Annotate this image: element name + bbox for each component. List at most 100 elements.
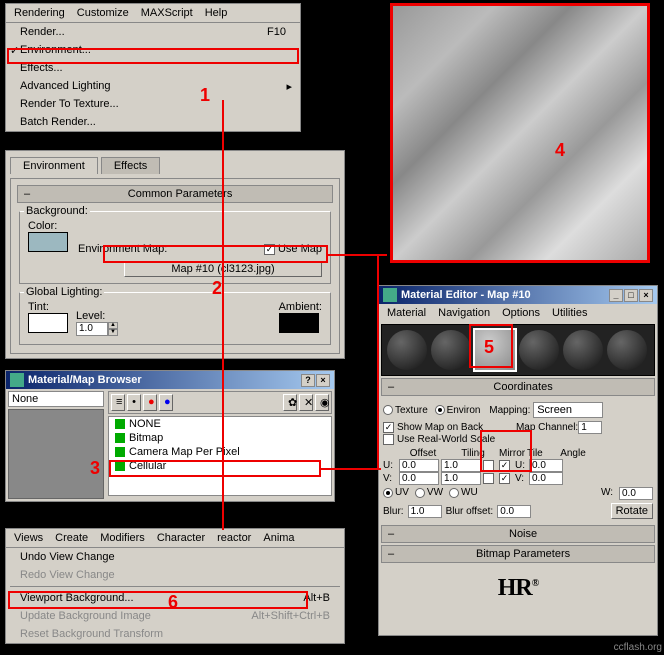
usemap-checkbox[interactable]: ✓ xyxy=(264,244,275,255)
map-icon xyxy=(115,447,125,457)
radio-vw[interactable] xyxy=(415,488,425,498)
v-tiling[interactable]: 1.0 xyxy=(441,472,481,485)
radio-wu[interactable] xyxy=(449,488,459,498)
menu-anim[interactable]: Anima xyxy=(257,530,300,546)
help-button[interactable]: ? xyxy=(301,374,315,387)
bg-color-swatch[interactable] xyxy=(28,232,68,252)
noise-header[interactable]: Noise xyxy=(381,525,655,543)
tb-red[interactable]: ● xyxy=(143,394,157,411)
tb-x2[interactable]: ✕ xyxy=(299,394,313,411)
min-button[interactable]: _ xyxy=(609,289,623,302)
mapchan-value[interactable]: 1 xyxy=(578,421,602,434)
level-value[interactable]: 1.0 xyxy=(76,322,108,336)
menu-options[interactable]: Options xyxy=(496,305,546,321)
menu-item-advlighting[interactable]: Advanced Lighting▸ xyxy=(6,77,300,95)
tb-blue[interactable]: ● xyxy=(159,394,173,411)
none-field[interactable]: None xyxy=(8,391,104,407)
slot-4[interactable] xyxy=(519,330,559,370)
menu-undo-view[interactable]: Undo View Change xyxy=(6,548,344,566)
v-tile[interactable]: ✓ xyxy=(499,473,510,484)
menu-help[interactable]: Help xyxy=(199,5,234,21)
radio-environ[interactable] xyxy=(435,405,445,415)
menu-reactor[interactable]: reactor xyxy=(211,530,257,546)
u-tiling[interactable]: 1.0 xyxy=(441,459,481,472)
callout-1: 1 xyxy=(200,85,210,106)
u-mirror[interactable] xyxy=(483,460,494,471)
label: Render To Texture... xyxy=(20,98,119,110)
menu-character[interactable]: Character xyxy=(151,530,211,546)
mapping-select[interactable]: Screen xyxy=(533,402,603,418)
editor-title: Material Editor - Map #10 xyxy=(401,289,531,301)
menu-item-effects[interactable]: Effects... xyxy=(6,59,300,77)
tiling-hdr: Tiling xyxy=(449,448,497,459)
menu-item-rendertex[interactable]: Render To Texture... xyxy=(6,95,300,113)
vw-label: VW xyxy=(427,487,443,498)
label: NONE xyxy=(129,418,161,430)
menu-material[interactable]: Material xyxy=(381,305,432,321)
tb-dot[interactable]: • xyxy=(127,394,141,411)
menu-modifiers[interactable]: Modifiers xyxy=(94,530,151,546)
realworld-check[interactable] xyxy=(383,434,394,445)
level-spinner[interactable]: 1.0▲▼ xyxy=(76,322,118,336)
slot-3-active[interactable] xyxy=(475,330,515,370)
close-button[interactable]: × xyxy=(639,289,653,302)
label: Effects... xyxy=(20,62,63,74)
w-angle[interactable]: 0.0 xyxy=(619,487,653,500)
tb-x3[interactable]: ◉ xyxy=(315,394,329,411)
ambient-label: Ambient: xyxy=(279,301,322,313)
menu-util[interactable]: Utilities xyxy=(546,305,593,321)
radio-uv[interactable] xyxy=(383,488,393,498)
item-cellular[interactable]: Cellular xyxy=(109,459,331,473)
label: Batch Render... xyxy=(20,116,96,128)
tab-environment[interactable]: Environment xyxy=(10,157,98,174)
bluroff-value[interactable]: 0.0 xyxy=(497,505,531,518)
u-offset[interactable]: 0.0 xyxy=(399,459,439,472)
menu-item-render[interactable]: Render...F10 xyxy=(6,23,300,41)
v-angle[interactable]: 0.0 xyxy=(529,472,563,485)
showback-check[interactable]: ✓ xyxy=(383,422,394,433)
tint-swatch[interactable] xyxy=(28,313,68,333)
u-tile[interactable]: ✓ xyxy=(499,460,510,471)
menu-views[interactable]: Views xyxy=(8,530,49,546)
check-icon: ✓ xyxy=(10,44,19,57)
menu-rendering[interactable]: Rendering xyxy=(8,5,71,21)
slot-1[interactable] xyxy=(387,330,427,370)
common-params-header[interactable]: Common Parameters xyxy=(17,185,333,203)
accel: Alt+Shift+Ctrl+B xyxy=(251,610,330,622)
slot-2[interactable] xyxy=(431,330,471,370)
max-button[interactable]: □ xyxy=(624,289,638,302)
uv-label: UV xyxy=(395,487,409,498)
ambient-swatch[interactable] xyxy=(279,313,319,333)
menu-item-batch[interactable]: Batch Render... xyxy=(6,113,300,131)
radio-texture[interactable] xyxy=(383,405,393,415)
v-offset[interactable]: 0.0 xyxy=(399,472,439,485)
tb-x1[interactable]: ✿ xyxy=(283,394,297,411)
u-angle[interactable]: 0.0 xyxy=(529,459,563,472)
menu-item-environment[interactable]: ✓Environment... xyxy=(6,41,300,59)
menu-redo-view[interactable]: Redo View Change xyxy=(6,566,344,584)
bmparams-header[interactable]: Bitmap Parameters xyxy=(381,545,655,563)
mirror-hdr: Mirror xyxy=(499,448,525,459)
menu-reset-bg[interactable]: Reset Background Transform xyxy=(6,625,344,643)
tb-list[interactable]: ≡ xyxy=(111,394,125,411)
close-button[interactable]: × xyxy=(316,374,330,387)
item-camera[interactable]: Camera Map Per Pixel xyxy=(109,445,331,459)
slot-5[interactable] xyxy=(563,330,603,370)
coords-header[interactable]: Coordinates xyxy=(381,378,655,396)
slot-6[interactable] xyxy=(607,330,647,370)
menu-nav[interactable]: Navigation xyxy=(432,305,496,321)
u-ang-label: U: xyxy=(515,460,527,471)
item-none[interactable]: NONE xyxy=(109,417,331,431)
browser-icon xyxy=(10,373,24,387)
rotate-button[interactable]: Rotate xyxy=(611,503,653,519)
item-bitmap[interactable]: Bitmap xyxy=(109,431,331,445)
w-label: W: xyxy=(601,487,613,500)
v-mirror[interactable] xyxy=(483,473,494,484)
editor-titlebar: Material Editor - Map #10 _□× xyxy=(379,286,657,304)
menu-customize[interactable]: Customize xyxy=(71,5,135,21)
menu-maxscript[interactable]: MAXScript xyxy=(135,5,199,21)
map-icon xyxy=(115,433,125,443)
menu-create[interactable]: Create xyxy=(49,530,94,546)
tab-effects[interactable]: Effects xyxy=(101,157,160,174)
blur-value[interactable]: 1.0 xyxy=(408,505,442,518)
